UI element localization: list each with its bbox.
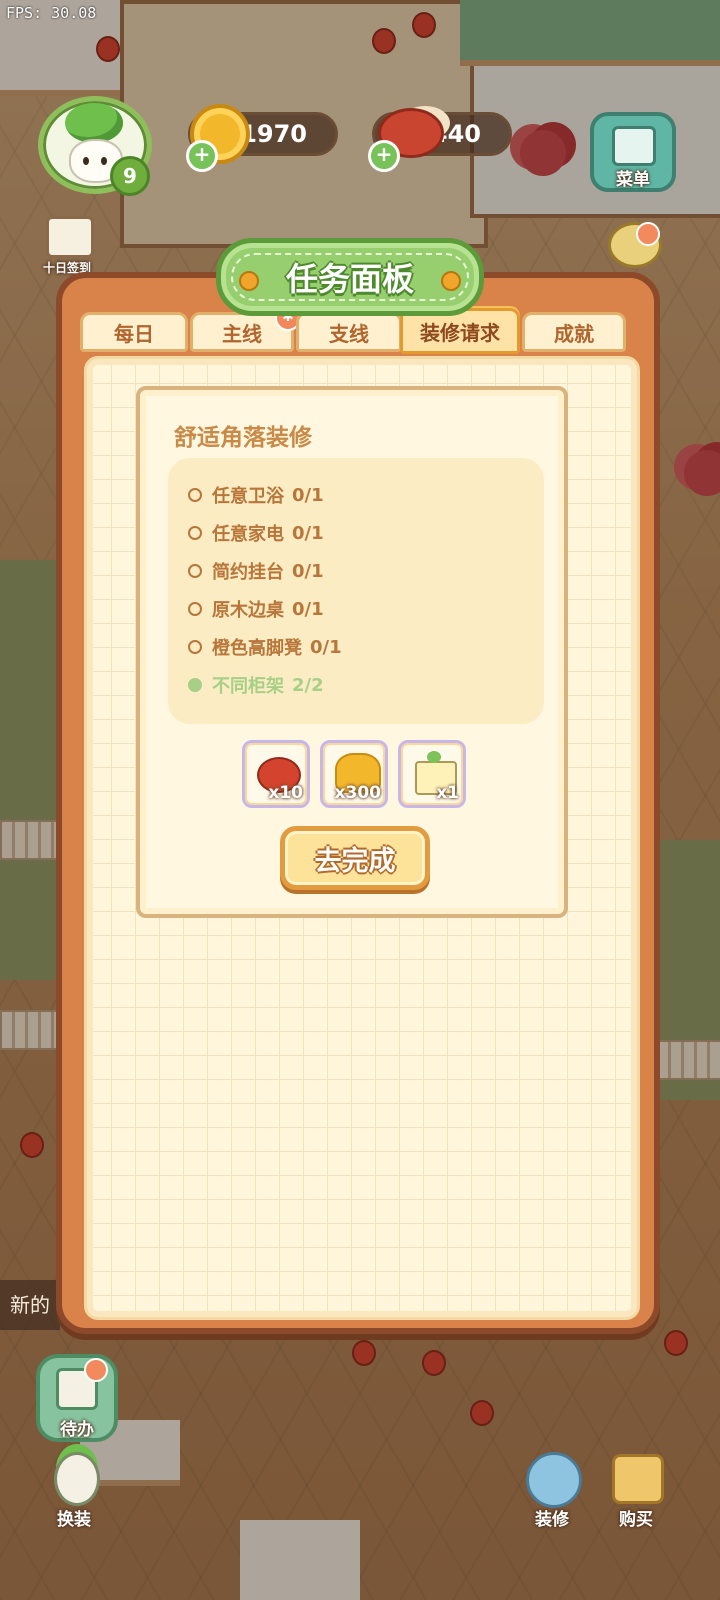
notification-badge: [636, 222, 660, 246]
dress-up-button[interactable]: 换装: [36, 1448, 112, 1530]
news-ticker[interactable]: 新的: [0, 1280, 60, 1330]
status-circle-icon: [188, 640, 202, 654]
add-coins-button[interactable]: +: [186, 140, 218, 172]
todo-badge: [84, 1358, 108, 1382]
decorate-label: 装修: [535, 1510, 569, 1530]
tab-achievements[interactable]: 成就: [522, 312, 626, 352]
leaf-icon: [65, 103, 123, 143]
task-tabs: 每日 主线 ✱ 支线 装修请求 成就: [80, 305, 632, 354]
menu-button[interactable]: 菜单: [590, 112, 676, 192]
requirement-item: 任意卫浴 0/1: [188, 480, 324, 510]
completed-dot-icon: [188, 678, 202, 692]
level-badge: 9: [110, 156, 150, 196]
dress-label: 换装: [57, 1510, 91, 1530]
requirement-item: 原木边桌 0/1: [188, 594, 324, 624]
calendar-icon: [46, 216, 94, 258]
add-food-button[interactable]: +: [368, 140, 400, 172]
task-card: 舒适角落装修 任意卫浴 0/1 任意家电 0/1 简约挂台 0/1 原木边桌 0…: [136, 386, 568, 918]
panel-title: 任务面板: [285, 260, 414, 298]
buy-label: 购买: [619, 1510, 653, 1530]
reward-coins[interactable]: x300: [320, 740, 388, 808]
plant-character-icon: [54, 1452, 100, 1506]
requirement-item: 橙色高脚凳 0/1: [188, 632, 342, 662]
task-title: 舒适角落装修: [174, 425, 312, 451]
todo-label: 待办: [60, 1420, 94, 1440]
requirements-list: 任意卫浴 0/1 任意家电 0/1 简约挂台 0/1 原木边桌 0/1 橙色高脚…: [168, 458, 544, 724]
status-circle-icon: [188, 488, 202, 502]
status-circle-icon: [188, 526, 202, 540]
status-circle-icon: [188, 602, 202, 616]
requirement-item: 简约挂台 0/1: [188, 556, 324, 586]
tab-main[interactable]: 主线 ✱: [190, 305, 301, 352]
fps-counter: FPS: 30.08: [6, 4, 97, 22]
pin-icon: [239, 271, 259, 291]
tab-daily[interactable]: 每日: [80, 312, 188, 352]
tab-side[interactable]: 支线: [296, 312, 402, 352]
shopping-bag-icon: [612, 1454, 664, 1504]
requirement-item-completed: 不同柜架 2/2: [188, 670, 324, 700]
sprout-icon: [427, 751, 441, 763]
menu-label: 菜单: [616, 170, 650, 190]
ten-day-signin-button[interactable]: 十日签到: [32, 214, 102, 275]
buy-button[interactable]: 购买: [596, 1444, 676, 1530]
reward-meat[interactable]: x10: [242, 740, 310, 808]
menu-icon: [612, 126, 656, 166]
panel-title-badge: 任务面板: [216, 238, 484, 316]
go-complete-button[interactable]: 去完成: [280, 826, 430, 890]
requirement-item: 任意家电 0/1: [188, 518, 324, 548]
status-circle-icon: [188, 564, 202, 578]
duck-worker-icon: [526, 1452, 582, 1508]
reward-seed-box[interactable]: x1: [398, 740, 466, 808]
pin-icon: [441, 271, 461, 291]
decorate-button[interactable]: 装修: [512, 1444, 592, 1530]
